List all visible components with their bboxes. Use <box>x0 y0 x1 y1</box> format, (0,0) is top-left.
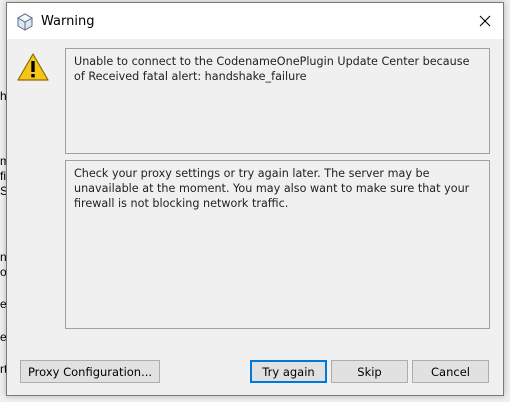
java-cup-icon <box>16 13 34 31</box>
error-details: Check your proxy settings or try again l… <box>65 160 490 329</box>
error-message: Unable to connect to the CodenameOnePlug… <box>65 48 490 154</box>
proxy-configuration-button[interactable]: Proxy Configuration... <box>20 360 160 383</box>
warning-dialog: Warning Unable to connect to the Codenam… <box>6 2 504 396</box>
close-icon <box>479 15 491 27</box>
title-bar[interactable]: Warning <box>7 3 503 39</box>
try-again-button[interactable]: Try again <box>250 360 327 383</box>
close-button[interactable] <box>467 3 503 39</box>
dialog-title: Warning <box>41 14 95 29</box>
cancel-button[interactable]: Cancel <box>412 360 489 383</box>
skip-button[interactable]: Skip <box>331 360 408 383</box>
warning-triangle-icon <box>17 53 49 81</box>
